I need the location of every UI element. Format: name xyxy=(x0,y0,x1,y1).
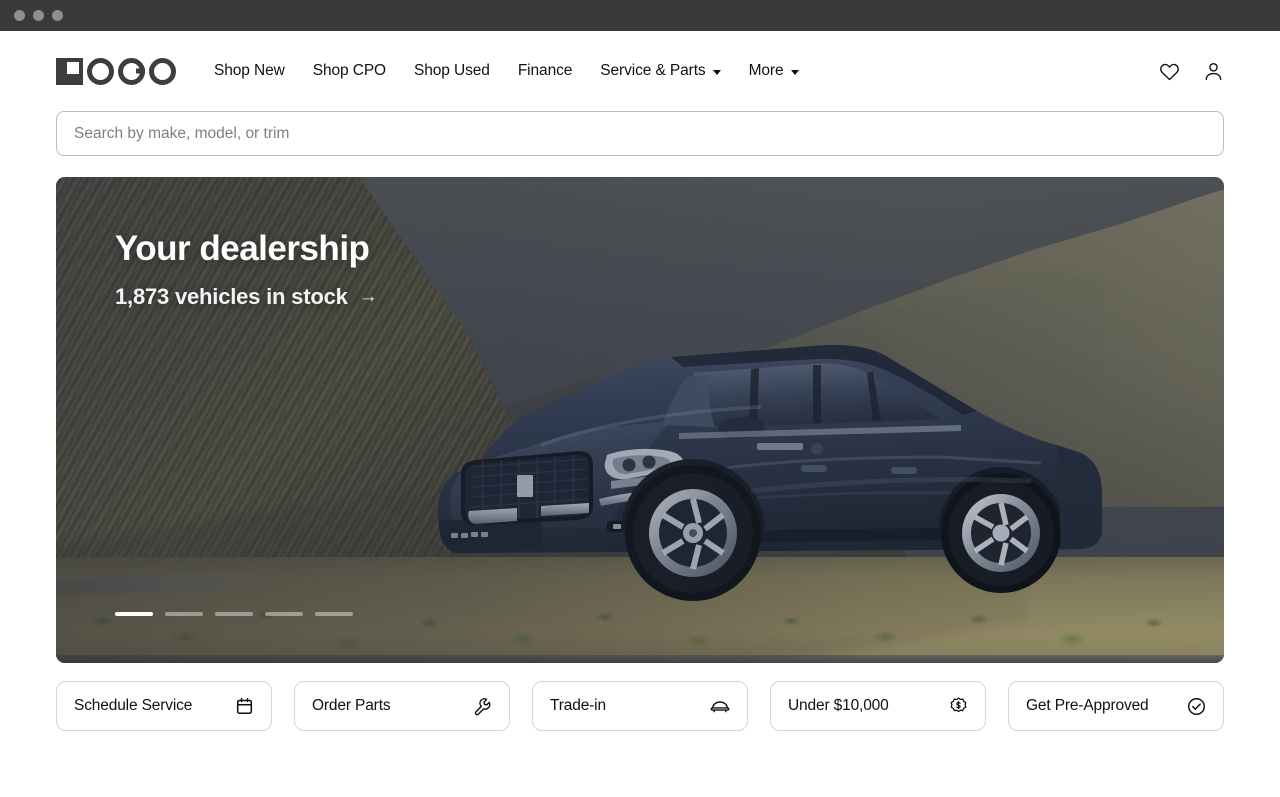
hero-copy: Your dealership 1,873 vehicles in stock … xyxy=(115,229,378,310)
dollar-badge-icon xyxy=(948,696,968,716)
action-label: Schedule Service xyxy=(74,697,193,714)
quick-actions-row: Schedule Service Order Parts Trade-in Un… xyxy=(56,681,1224,731)
hero-vehicle-suv xyxy=(421,315,1111,615)
page-root: Shop New Shop CPO Shop Used Finance Serv… xyxy=(0,31,1280,797)
nav-item-shop-cpo[interactable]: Shop CPO xyxy=(313,62,386,80)
carousel-indicators xyxy=(115,612,353,616)
nav-label: Finance xyxy=(517,62,573,79)
car-icon xyxy=(710,696,730,716)
logo-circle-o2-icon xyxy=(149,57,176,85)
search-input[interactable] xyxy=(56,111,1224,156)
heart-icon xyxy=(1159,63,1179,80)
logo-circle-g-icon xyxy=(118,57,145,85)
schedule-service-button[interactable]: Schedule Service xyxy=(56,681,272,731)
minimize-dot[interactable] xyxy=(33,10,44,21)
close-dot[interactable] xyxy=(14,10,25,21)
window-titlebar xyxy=(0,0,1280,31)
nav-item-shop-used[interactable]: Shop Used xyxy=(414,62,490,80)
nav-item-shop-new[interactable]: Shop New xyxy=(214,62,285,80)
hero-inventory-link[interactable]: 1,873 vehicles in stock → xyxy=(115,284,378,310)
arrow-right-icon: → xyxy=(358,286,378,308)
main-navigation: Shop New Shop CPO Shop Used Finance Serv… xyxy=(214,62,1158,80)
carousel-dot-2[interactable] xyxy=(165,612,203,616)
under-10000-button[interactable]: Under $10,000 xyxy=(770,681,986,731)
logo-square-l-icon xyxy=(56,57,83,85)
favorites-button[interactable] xyxy=(1158,60,1180,82)
nav-item-service-parts[interactable]: Service & Parts xyxy=(600,62,721,80)
user-icon xyxy=(1205,62,1221,80)
account-button[interactable] xyxy=(1202,60,1224,82)
site-logo[interactable] xyxy=(56,57,176,85)
wrench-icon xyxy=(472,696,492,716)
chevron-down-icon xyxy=(790,69,799,75)
content-container: Shop New Shop CPO Shop Used Finance Serv… xyxy=(56,31,1224,731)
nav-label: Service & Parts xyxy=(600,62,706,79)
trade-in-button[interactable]: Trade-in xyxy=(532,681,748,731)
chevron-down-icon xyxy=(712,69,721,75)
search-bar xyxy=(56,111,1224,156)
nav-label: Shop Used xyxy=(414,62,490,79)
nav-item-more[interactable]: More xyxy=(749,62,799,80)
site-header: Shop New Shop CPO Shop Used Finance Serv… xyxy=(56,31,1224,97)
logo-circle-o-icon xyxy=(87,57,114,85)
action-label: Order Parts xyxy=(312,697,391,714)
hero-subtitle: 1,873 vehicles in stock xyxy=(115,284,348,310)
hero-carousel[interactable]: Your dealership 1,873 vehicles in stock … xyxy=(56,177,1224,663)
carousel-dot-1[interactable] xyxy=(115,612,153,616)
action-label: Trade-in xyxy=(550,697,606,714)
header-actions xyxy=(1158,60,1224,82)
carousel-dot-3[interactable] xyxy=(215,612,253,616)
action-label: Get Pre-Approved xyxy=(1026,697,1149,714)
hero-title: Your dealership xyxy=(115,229,370,268)
maximize-dot[interactable] xyxy=(52,10,63,21)
nav-item-finance[interactable]: Finance xyxy=(517,62,573,80)
calendar-icon xyxy=(234,696,254,716)
nav-label: Shop New xyxy=(214,62,285,79)
get-pre-approved-button[interactable]: Get Pre-Approved xyxy=(1008,681,1224,731)
carousel-dot-4[interactable] xyxy=(265,612,303,616)
action-label: Under $10,000 xyxy=(788,697,889,714)
nav-label: More xyxy=(748,62,784,79)
nav-label: Shop CPO xyxy=(312,62,387,79)
order-parts-button[interactable]: Order Parts xyxy=(294,681,510,731)
carousel-dot-5[interactable] xyxy=(315,612,353,616)
check-circle-icon xyxy=(1186,696,1206,716)
